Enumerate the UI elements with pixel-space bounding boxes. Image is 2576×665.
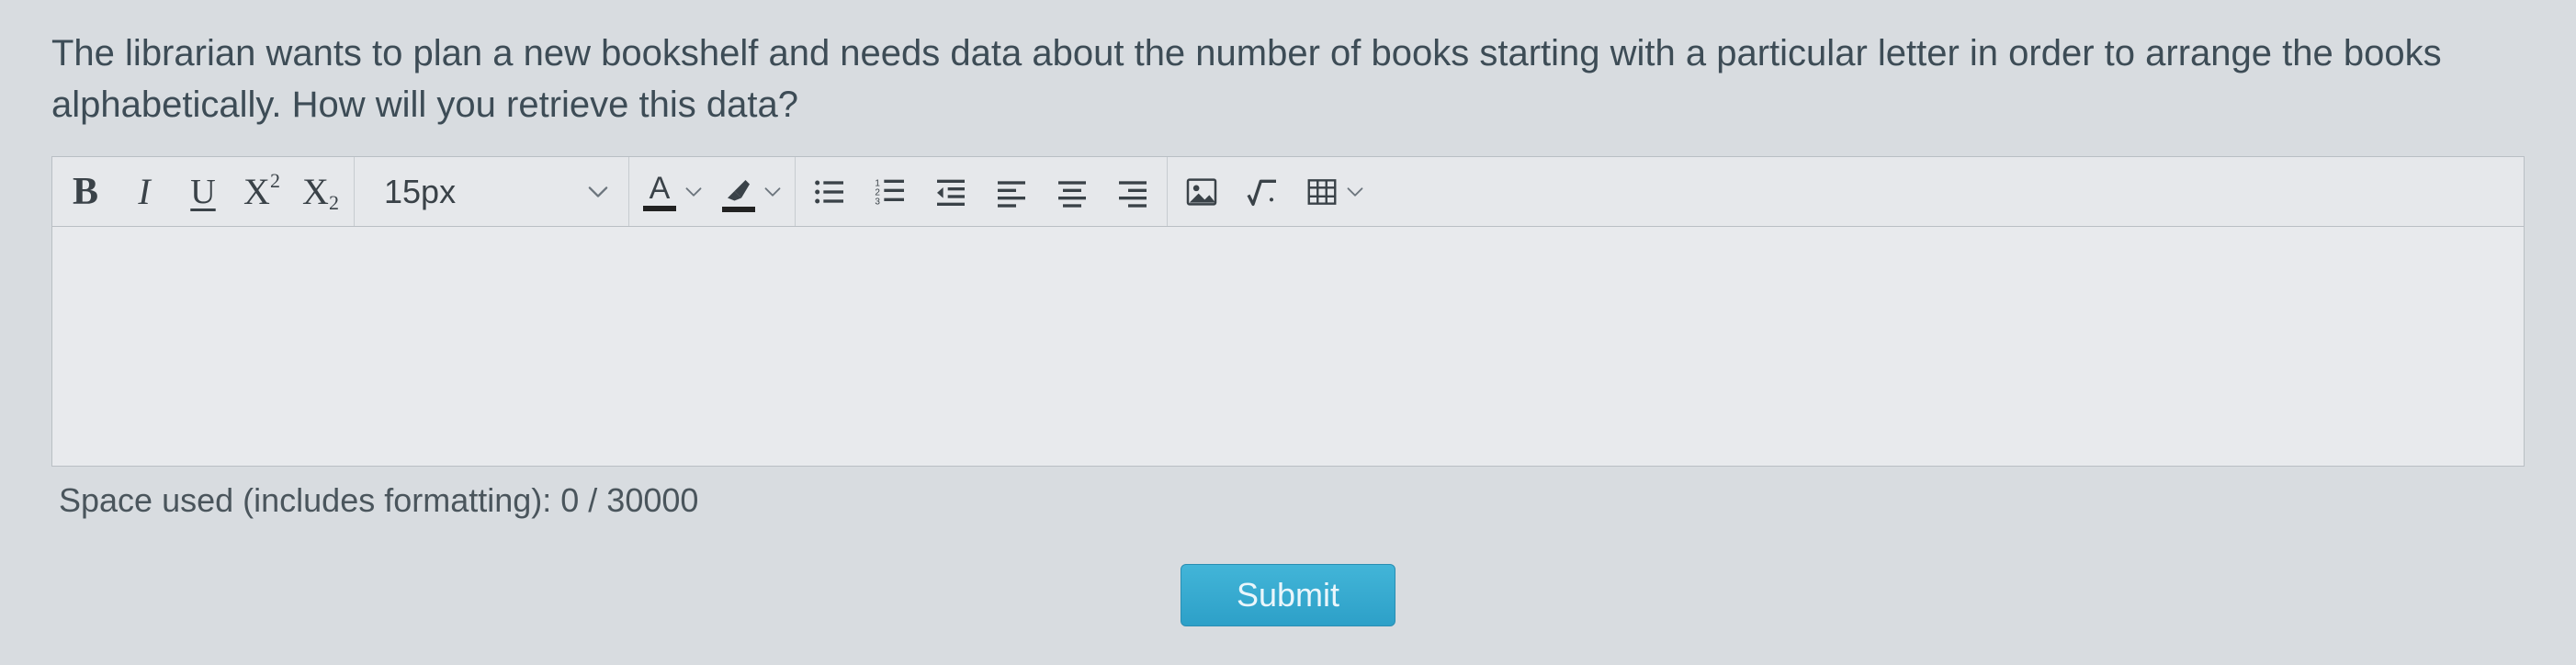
subscript-sub: 2 [329, 191, 339, 215]
chevron-down-icon [764, 186, 781, 197]
image-icon [1183, 174, 1220, 210]
text-color-swatch [643, 206, 676, 211]
bullet-list-icon [811, 174, 848, 210]
subscript-base: X [302, 170, 329, 213]
bold-button[interactable]: B [56, 157, 115, 226]
font-size-group: 15px [355, 157, 629, 226]
chevron-down-icon [588, 186, 608, 198]
text-style-group: B I U X2 X2 [52, 157, 355, 226]
highlight-color-button[interactable] [712, 157, 791, 226]
unordered-list-button[interactable] [799, 157, 860, 226]
highlighter-icon [722, 172, 755, 212]
ordered-list-button[interactable]: 1 2 3 [860, 157, 921, 226]
chevron-down-icon [1347, 186, 1363, 197]
square-root-icon [1244, 174, 1281, 210]
align-right-icon [1114, 174, 1151, 210]
text-color-icon: A [650, 173, 671, 204]
space-used-status: Space used (includes formatting): 0 / 30… [51, 467, 2525, 527]
rich-text-editor: B I U X2 X2 15px A [51, 156, 2525, 467]
align-right-button[interactable] [1102, 157, 1163, 226]
superscript-button[interactable]: X2 [232, 157, 291, 226]
outdent-icon [932, 174, 969, 210]
number-list-icon: 1 2 3 [872, 174, 909, 210]
submit-button[interactable]: Submit [1181, 564, 1395, 626]
editor-textarea[interactable] [52, 227, 2524, 466]
superscript-sup: 2 [270, 169, 280, 193]
editor-toolbar: B I U X2 X2 15px A [52, 157, 2524, 227]
svg-text:3: 3 [875, 197, 880, 207]
text-color-button[interactable]: A [633, 157, 712, 226]
insert-image-button[interactable] [1171, 157, 1232, 226]
outdent-button[interactable] [921, 157, 981, 226]
insert-math-button[interactable] [1232, 157, 1293, 226]
font-size-value: 15px [384, 173, 456, 211]
align-center-button[interactable] [1042, 157, 1102, 226]
list-align-group: 1 2 3 [796, 157, 1168, 226]
chevron-down-icon [685, 186, 702, 197]
insert-group [1168, 157, 1379, 226]
align-left-icon [993, 174, 1030, 210]
color-group: A [629, 157, 796, 226]
align-center-icon [1054, 174, 1090, 210]
table-icon [1305, 175, 1339, 209]
underline-button[interactable]: U [174, 157, 232, 226]
font-size-select[interactable]: 15px [358, 173, 625, 211]
insert-table-button[interactable] [1293, 157, 1375, 226]
superscript-base: X [243, 170, 270, 213]
submit-area: Submit [51, 564, 2525, 626]
highlight-color-swatch [722, 207, 755, 212]
subscript-button[interactable]: X2 [291, 157, 350, 226]
align-left-button[interactable] [981, 157, 1042, 226]
italic-button[interactable]: I [115, 157, 174, 226]
question-text: The librarian wants to plan a new booksh… [51, 28, 2525, 130]
